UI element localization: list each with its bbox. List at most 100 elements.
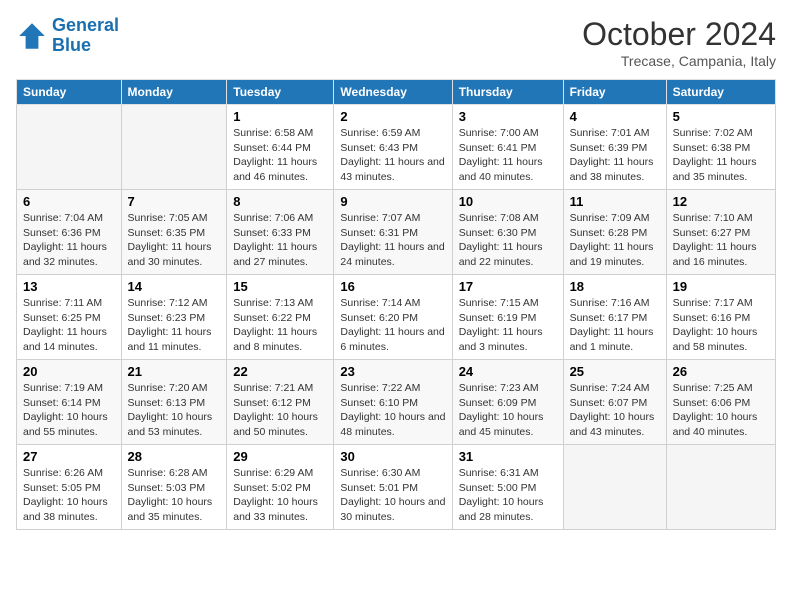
- day-number: 21: [128, 364, 221, 379]
- calendar-cell: 2 Sunrise: 6:59 AM Sunset: 6:43 PM Daylig…: [334, 105, 452, 190]
- calendar-cell: [121, 105, 227, 190]
- weekday-header-saturday: Saturday: [666, 80, 775, 105]
- day-info: Sunrise: 7:04 AM Sunset: 6:36 PM Dayligh…: [23, 211, 115, 270]
- day-info: Sunrise: 7:01 AM Sunset: 6:39 PM Dayligh…: [570, 126, 660, 185]
- day-number: 30: [340, 449, 445, 464]
- weekday-header-thursday: Thursday: [452, 80, 563, 105]
- calendar-week-row: 13 Sunrise: 7:11 AM Sunset: 6:25 PM Dayli…: [17, 275, 776, 360]
- day-number: 9: [340, 194, 445, 209]
- day-info: Sunrise: 7:11 AM Sunset: 6:25 PM Dayligh…: [23, 296, 115, 355]
- day-info: Sunrise: 7:23 AM Sunset: 6:09 PM Dayligh…: [459, 381, 557, 440]
- day-info: Sunrise: 7:20 AM Sunset: 6:13 PM Dayligh…: [128, 381, 221, 440]
- day-info: Sunrise: 6:26 AM Sunset: 5:05 PM Dayligh…: [23, 466, 115, 525]
- calendar-cell: [666, 445, 775, 530]
- day-number: 13: [23, 279, 115, 294]
- day-number: 18: [570, 279, 660, 294]
- calendar-cell: 21 Sunrise: 7:20 AM Sunset: 6:13 PM Dayli…: [121, 360, 227, 445]
- calendar-cell: [17, 105, 122, 190]
- day-number: 10: [459, 194, 557, 209]
- day-info: Sunrise: 7:22 AM Sunset: 6:10 PM Dayligh…: [340, 381, 445, 440]
- day-number: 12: [673, 194, 769, 209]
- calendar-cell: 18 Sunrise: 7:16 AM Sunset: 6:17 PM Dayli…: [563, 275, 666, 360]
- calendar-cell: [563, 445, 666, 530]
- calendar-cell: 31 Sunrise: 6:31 AM Sunset: 5:00 PM Dayli…: [452, 445, 563, 530]
- day-info: Sunrise: 6:29 AM Sunset: 5:02 PM Dayligh…: [233, 466, 327, 525]
- day-number: 7: [128, 194, 221, 209]
- day-info: Sunrise: 7:02 AM Sunset: 6:38 PM Dayligh…: [673, 126, 769, 185]
- day-number: 19: [673, 279, 769, 294]
- calendar-cell: 17Sunrise: 7:15 AM Sunset: 6:19 PM Dayli…: [452, 275, 563, 360]
- day-info: Sunrise: 6:59 AM Sunset: 6:43 PM Dayligh…: [340, 126, 445, 185]
- day-info: Sunrise: 7:17 AM Sunset: 6:16 PM Dayligh…: [673, 296, 769, 355]
- day-info: Sunrise: 6:28 AM Sunset: 5:03 PM Dayligh…: [128, 466, 221, 525]
- day-number: 1: [233, 109, 327, 124]
- location-subtitle: Trecase, Campania, Italy: [582, 53, 776, 69]
- day-number: 23: [340, 364, 445, 379]
- day-number: 20: [23, 364, 115, 379]
- day-info: Sunrise: 6:31 AM Sunset: 5:00 PM Dayligh…: [459, 466, 557, 525]
- calendar-week-row: 1 Sunrise: 6:58 AM Sunset: 6:44 PM Daylig…: [17, 105, 776, 190]
- month-title: October 2024: [582, 16, 776, 53]
- day-number: 6: [23, 194, 115, 209]
- day-number: 17: [459, 279, 557, 294]
- calendar-cell: 23 Sunrise: 7:22 AM Sunset: 6:10 PM Dayli…: [334, 360, 452, 445]
- calendar-cell: 28 Sunrise: 6:28 AM Sunset: 5:03 PM Dayli…: [121, 445, 227, 530]
- weekday-header-row: SundayMondayTuesdayWednesdayThursdayFrid…: [17, 80, 776, 105]
- calendar-cell: 4Sunrise: 7:01 AM Sunset: 6:39 PM Daylig…: [563, 105, 666, 190]
- calendar-week-row: 27 Sunrise: 6:26 AM Sunset: 5:05 PM Dayli…: [17, 445, 776, 530]
- calendar-cell: 3Sunrise: 7:00 AM Sunset: 6:41 PM Daylig…: [452, 105, 563, 190]
- day-number: 31: [459, 449, 557, 464]
- day-number: 27: [23, 449, 115, 464]
- calendar-cell: 22 Sunrise: 7:21 AM Sunset: 6:12 PM Dayli…: [227, 360, 334, 445]
- day-number: 29: [233, 449, 327, 464]
- calendar-table: SundayMondayTuesdayWednesdayThursdayFrid…: [16, 79, 776, 530]
- calendar-cell: 26 Sunrise: 7:25 AM Sunset: 6:06 PM Dayli…: [666, 360, 775, 445]
- day-number: 22: [233, 364, 327, 379]
- weekday-header-friday: Friday: [563, 80, 666, 105]
- day-info: Sunrise: 7:24 AM Sunset: 6:07 PM Dayligh…: [570, 381, 660, 440]
- day-number: 3: [459, 109, 557, 124]
- title-block: October 2024 Trecase, Campania, Italy: [582, 16, 776, 69]
- day-number: 25: [570, 364, 660, 379]
- weekday-header-tuesday: Tuesday: [227, 80, 334, 105]
- calendar-cell: 7Sunrise: 7:05 AM Sunset: 6:35 PM Daylig…: [121, 190, 227, 275]
- calendar-cell: 10 Sunrise: 7:08 AM Sunset: 6:30 PM Dayli…: [452, 190, 563, 275]
- calendar-cell: 8Sunrise: 7:06 AM Sunset: 6:33 PM Daylig…: [227, 190, 334, 275]
- logo-line1: General: [52, 15, 119, 35]
- day-info: Sunrise: 7:21 AM Sunset: 6:12 PM Dayligh…: [233, 381, 327, 440]
- day-info: Sunrise: 7:14 AM Sunset: 6:20 PM Dayligh…: [340, 296, 445, 355]
- day-info: Sunrise: 7:08 AM Sunset: 6:30 PM Dayligh…: [459, 211, 557, 270]
- day-info: Sunrise: 7:13 AM Sunset: 6:22 PM Dayligh…: [233, 296, 327, 355]
- day-number: 16: [340, 279, 445, 294]
- calendar-cell: 5 Sunrise: 7:02 AM Sunset: 6:38 PM Daylig…: [666, 105, 775, 190]
- day-info: Sunrise: 6:58 AM Sunset: 6:44 PM Dayligh…: [233, 126, 327, 185]
- calendar-cell: 15 Sunrise: 7:13 AM Sunset: 6:22 PM Dayli…: [227, 275, 334, 360]
- logo-line2: Blue: [52, 36, 119, 56]
- calendar-cell: 27 Sunrise: 6:26 AM Sunset: 5:05 PM Dayli…: [17, 445, 122, 530]
- day-number: 26: [673, 364, 769, 379]
- day-number: 24: [459, 364, 557, 379]
- day-number: 8: [233, 194, 327, 209]
- page-header: General Blue October 2024 Trecase, Campa…: [16, 16, 776, 69]
- logo-text: General Blue: [52, 16, 119, 56]
- calendar-cell: 1 Sunrise: 6:58 AM Sunset: 6:44 PM Daylig…: [227, 105, 334, 190]
- day-info: Sunrise: 7:12 AM Sunset: 6:23 PM Dayligh…: [128, 296, 221, 355]
- calendar-cell: 9Sunrise: 7:07 AM Sunset: 6:31 PM Daylig…: [334, 190, 452, 275]
- calendar-cell: 20Sunrise: 7:19 AM Sunset: 6:14 PM Dayli…: [17, 360, 122, 445]
- calendar-cell: 25 Sunrise: 7:24 AM Sunset: 6:07 PM Dayli…: [563, 360, 666, 445]
- calendar-cell: 16 Sunrise: 7:14 AM Sunset: 6:20 PM Dayli…: [334, 275, 452, 360]
- day-number: 15: [233, 279, 327, 294]
- calendar-cell: 29 Sunrise: 6:29 AM Sunset: 5:02 PM Dayli…: [227, 445, 334, 530]
- calendar-cell: 13 Sunrise: 7:11 AM Sunset: 6:25 PM Dayli…: [17, 275, 122, 360]
- day-info: Sunrise: 7:25 AM Sunset: 6:06 PM Dayligh…: [673, 381, 769, 440]
- calendar-cell: 11Sunrise: 7:09 AM Sunset: 6:28 PM Dayli…: [563, 190, 666, 275]
- day-number: 5: [673, 109, 769, 124]
- day-number: 2: [340, 109, 445, 124]
- calendar-cell: 24 Sunrise: 7:23 AM Sunset: 6:09 PM Dayli…: [452, 360, 563, 445]
- day-info: Sunrise: 7:16 AM Sunset: 6:17 PM Dayligh…: [570, 296, 660, 355]
- calendar-cell: 6 Sunrise: 7:04 AM Sunset: 6:36 PM Daylig…: [17, 190, 122, 275]
- weekday-header-monday: Monday: [121, 80, 227, 105]
- calendar-cell: 14Sunrise: 7:12 AM Sunset: 6:23 PM Dayli…: [121, 275, 227, 360]
- logo-icon: [16, 20, 48, 52]
- day-number: 28: [128, 449, 221, 464]
